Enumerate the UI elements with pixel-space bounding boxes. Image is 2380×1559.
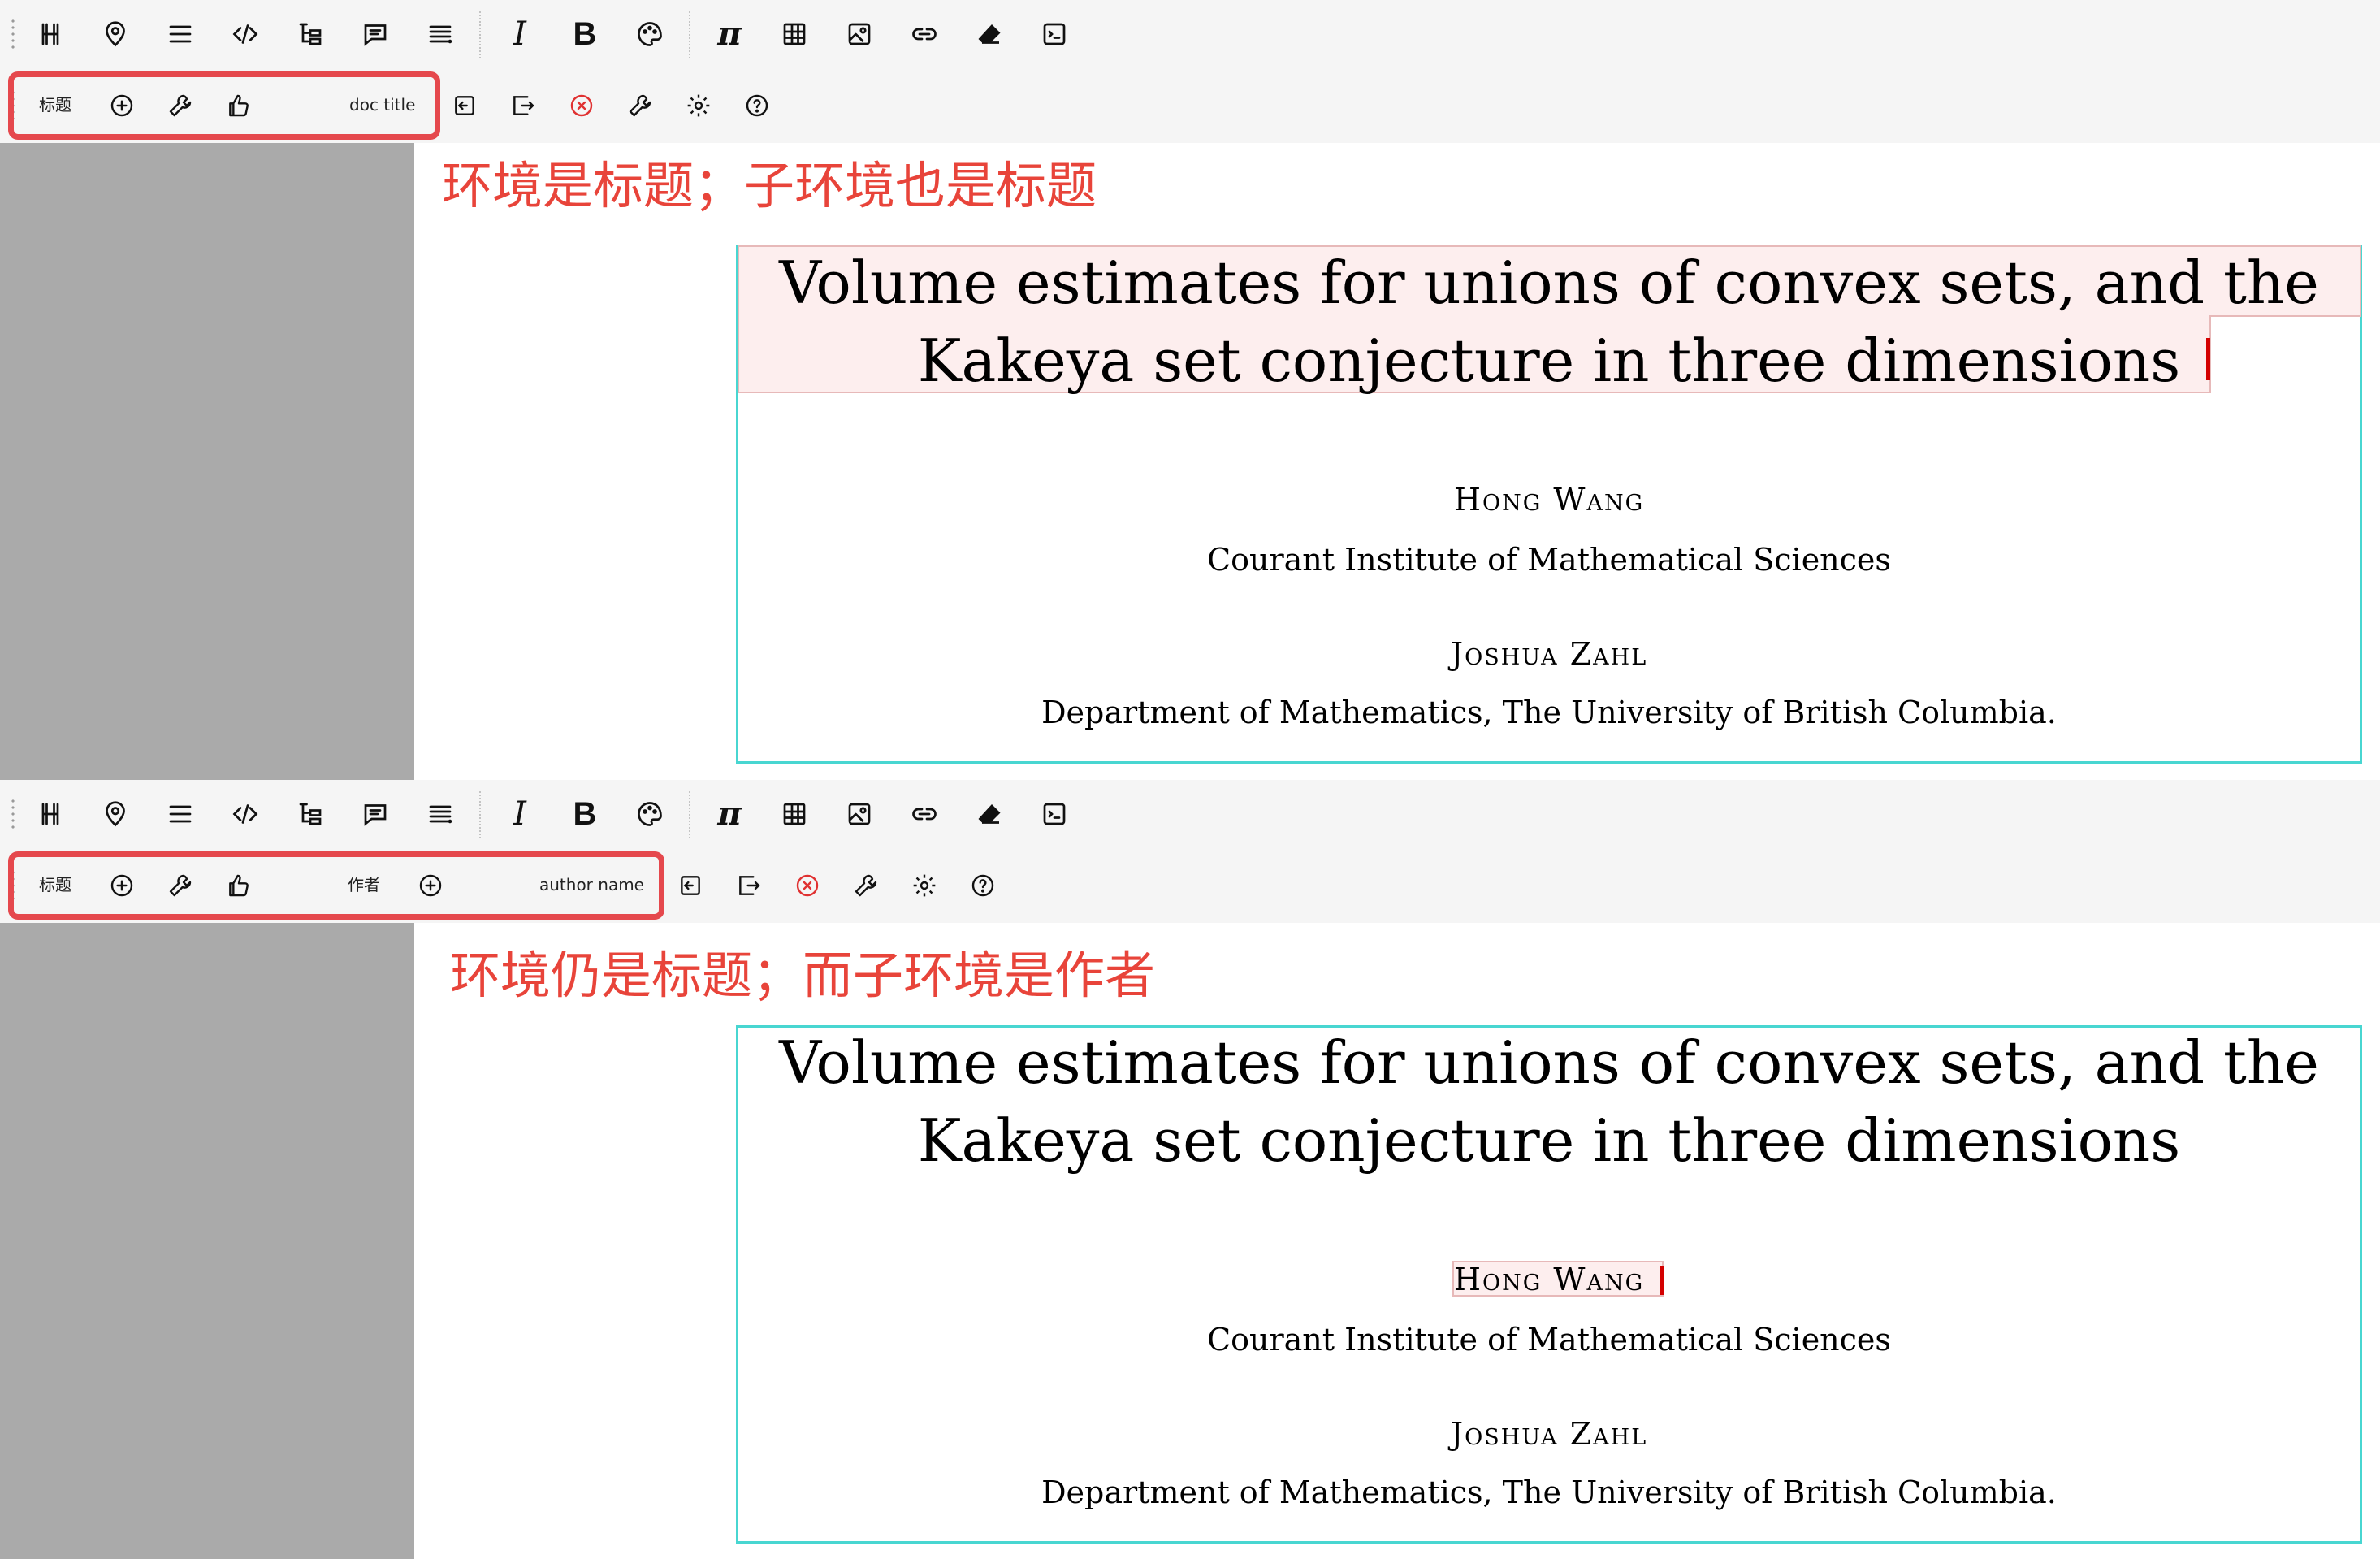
image-icon[interactable]: [837, 791, 882, 837]
title-line: Kakeya set conjecture in three dimension…: [917, 1106, 2181, 1175]
gear-icon[interactable]: [902, 863, 947, 908]
link-icon[interactable]: [902, 11, 947, 57]
title-line: Kakeya set conjecture in three dimension…: [917, 327, 2181, 395]
toolbar-area: I B π 标题: [0, 780, 2380, 923]
author-affiliation: Department of Mathematics, The Universit…: [1041, 1475, 2057, 1510]
environment-bar: 标题 作者 author name: [0, 851, 2380, 920]
page-gutter: [0, 923, 414, 1559]
tree-icon[interactable]: [288, 11, 333, 57]
toolbar-grip[interactable]: [11, 798, 15, 830]
eraser-icon[interactable]: [967, 791, 1012, 837]
gear-icon[interactable]: [676, 83, 721, 128]
terminal-icon[interactable]: [1032, 11, 1077, 57]
toolbar-divider: [479, 791, 481, 838]
link-icon[interactable]: [902, 791, 947, 837]
comment-icon[interactable]: [353, 11, 398, 57]
author-name[interactable]: Hong Wang: [736, 479, 2362, 520]
wrench-icon[interactable]: [617, 83, 663, 128]
pin-icon[interactable]: [93, 791, 138, 837]
environment-label[interactable]: 标题: [39, 873, 71, 897]
bold-icon[interactable]: B: [562, 11, 608, 57]
author-affiliation: Courant Institute of Mathematical Scienc…: [1207, 542, 1891, 578]
thumbs-up-icon[interactable]: [216, 863, 262, 908]
toolbar-area: I B π 标题: [0, 0, 2380, 143]
italic-icon[interactable]: I: [497, 791, 543, 837]
pi-icon[interactable]: π: [707, 791, 752, 837]
wrench-icon[interactable]: [158, 83, 203, 128]
exit-icon[interactable]: [726, 863, 772, 908]
terminal-icon[interactable]: [1032, 791, 1077, 837]
author-affiliation: Department of Mathematics, The Universit…: [1041, 695, 2057, 730]
author-name[interactable]: Hong Wang: [736, 1259, 2362, 1300]
toolbar-divider: [689, 11, 690, 58]
enter-icon[interactable]: [668, 863, 713, 908]
enter-icon[interactable]: [442, 83, 487, 128]
add-icon[interactable]: [99, 83, 145, 128]
page-gutter: [0, 143, 414, 780]
comment-icon[interactable]: [353, 791, 398, 837]
annotation-caption: 环境是标题；子环境也是标题: [442, 156, 1097, 215]
editor-panel-author-env: I B π 标题 作者 author name 环境仍是标题；而子环境是作者 V…: [0, 780, 2380, 1559]
help-icon[interactable]: [734, 83, 780, 128]
delete-icon[interactable]: [559, 83, 604, 128]
pi-icon[interactable]: π: [707, 11, 752, 57]
pin-icon[interactable]: [93, 11, 138, 57]
align-icon[interactable]: [418, 11, 463, 57]
palette-icon[interactable]: [627, 11, 673, 57]
environment-hint: author name: [539, 875, 644, 894]
table-icon[interactable]: [772, 791, 817, 837]
environment-label[interactable]: 标题: [39, 93, 71, 117]
main-toolbar: I B π: [0, 0, 2380, 68]
bold-icon[interactable]: B: [562, 791, 608, 837]
author-affiliation: Courant Institute of Mathematical Scienc…: [1207, 1322, 1891, 1358]
main-toolbar: I B π: [0, 780, 2380, 848]
add-icon[interactable]: [99, 863, 145, 908]
document-title[interactable]: Volume estimates for unions of convex se…: [736, 244, 2362, 400]
wrench-icon[interactable]: [158, 863, 203, 908]
eraser-icon[interactable]: [967, 11, 1012, 57]
title-line: Volume estimates for unions of convex se…: [779, 249, 2319, 317]
heading-icon[interactable]: [28, 11, 73, 57]
toolbar-divider: [689, 791, 690, 838]
tree-icon[interactable]: [288, 791, 333, 837]
image-icon[interactable]: [837, 11, 882, 57]
document-title[interactable]: Volume estimates for unions of convex se…: [736, 1024, 2362, 1180]
code-icon[interactable]: [223, 791, 268, 837]
add-icon[interactable]: [408, 863, 453, 908]
sub-environment-label[interactable]: 作者: [348, 873, 380, 897]
code-icon[interactable]: [223, 11, 268, 57]
thumbs-up-icon[interactable]: [216, 83, 262, 128]
wrench-icon[interactable]: [843, 863, 889, 908]
exit-icon[interactable]: [500, 83, 546, 128]
italic-icon[interactable]: I: [497, 11, 543, 57]
toolbar-grip[interactable]: [11, 18, 15, 50]
palette-icon[interactable]: [627, 791, 673, 837]
table-icon[interactable]: [772, 11, 817, 57]
align-icon[interactable]: [418, 791, 463, 837]
list-icon[interactable]: [158, 791, 203, 837]
environment-hint: doc title: [349, 95, 416, 115]
author-name[interactable]: Joshua Zahl: [736, 1414, 2362, 1454]
editor-panel-title-env: I B π 标题 doc title 环境是标题；子环境也是标题 Volume …: [0, 0, 2380, 780]
text-cursor: [2206, 338, 2210, 380]
list-icon[interactable]: [158, 11, 203, 57]
environment-bar: 标题 doc title: [0, 71, 2380, 140]
help-icon[interactable]: [960, 863, 1006, 908]
title-line: Volume estimates for unions of convex se…: [779, 1029, 2319, 1097]
annotation-caption: 环境仍是标题；而子环境是作者: [450, 946, 1156, 1005]
delete-icon[interactable]: [785, 863, 830, 908]
heading-icon[interactable]: [28, 791, 73, 837]
toolbar-divider: [479, 11, 481, 58]
author-name[interactable]: Joshua Zahl: [736, 634, 2362, 674]
